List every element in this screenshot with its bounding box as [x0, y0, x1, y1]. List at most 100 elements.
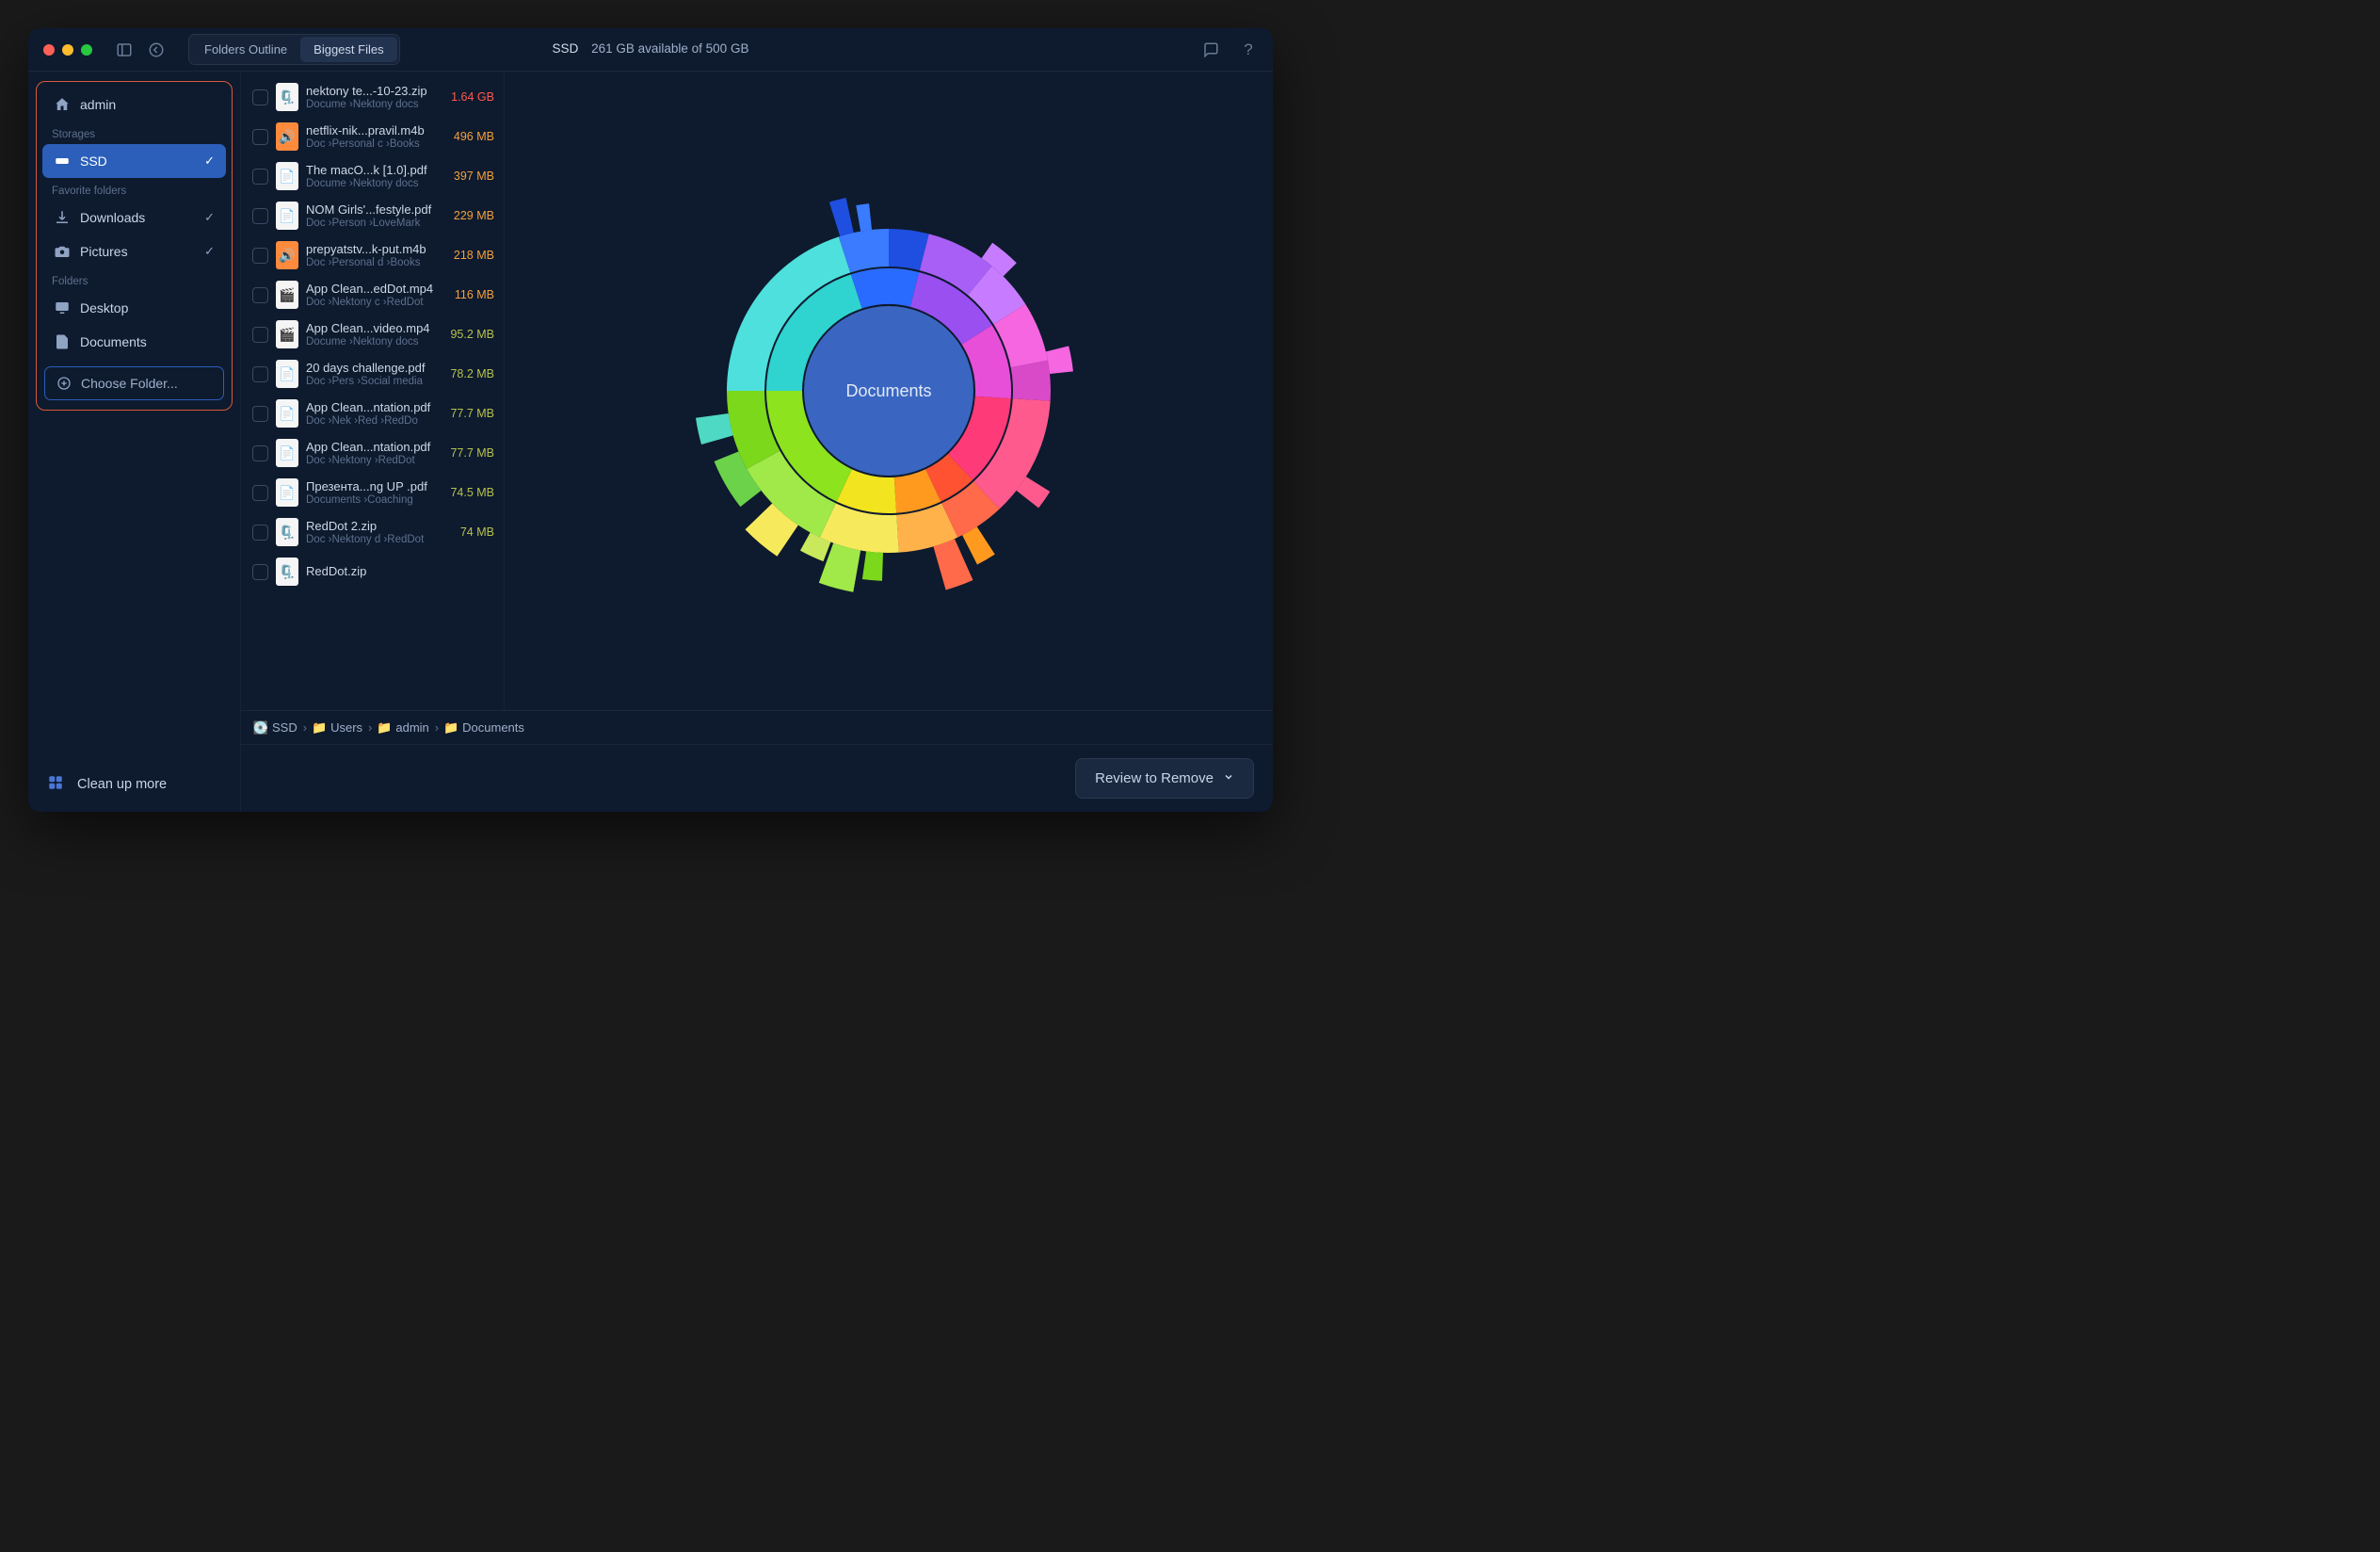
file-thumb: 📄	[276, 439, 298, 467]
toggle-sidebar-icon[interactable]	[115, 40, 134, 59]
sidebar-item-label: Desktop	[80, 300, 128, 315]
choose-folder-label: Choose Folder...	[81, 376, 178, 391]
file-row[interactable]: 🎬 App Clean...edDot.mp4 Doc ›Nektony c ›…	[241, 275, 504, 315]
file-size: 1.64 GB	[443, 90, 494, 104]
file-row[interactable]: 🔊 netflix-nik...pravil.m4b Doc ›Personal…	[241, 117, 504, 156]
sidebar: admin Storages SSD ✓ Favorite folders Do…	[28, 72, 241, 812]
sidebar-item-desktop[interactable]: Desktop	[42, 291, 226, 325]
file-list[interactable]: 🗜️ nektony te...-10-23.zip Docume ›Nekto…	[241, 72, 504, 710]
view-tabs: Folders Outline Biggest Files	[188, 34, 400, 65]
chart-segment[interactable]	[1046, 346, 1073, 374]
file-name: Презента...ng UP .pdf	[306, 479, 436, 493]
file-row[interactable]: 📄 NOM Girls'...festyle.pdf Doc ›Person ›…	[241, 196, 504, 235]
sidebar-item-user[interactable]: admin	[42, 88, 226, 121]
breadcrumb-segment[interactable]: 💽SSD	[254, 720, 298, 735]
file-row[interactable]: 🔊 prepyatstv...k-put.m4b Doc ›Personal d…	[241, 235, 504, 275]
file-row[interactable]: 📄 App Clean...ntation.pdf Doc ›Nektony ›…	[241, 433, 504, 473]
check-icon: ✓	[204, 154, 215, 169]
sidebar-item-label: Pictures	[80, 244, 128, 259]
chart-segment[interactable]	[696, 413, 733, 445]
chart-segment[interactable]	[851, 268, 920, 309]
breadcrumb-separator: ›	[303, 720, 307, 735]
file-name: 20 days challenge.pdf	[306, 361, 436, 375]
tab-folders-outline[interactable]: Folders Outline	[191, 37, 300, 62]
sunburst-chart[interactable]: Documents	[686, 188, 1091, 593]
file-checkbox[interactable]	[252, 89, 268, 105]
file-checkbox[interactable]	[252, 564, 268, 580]
file-name: App Clean...edDot.mp4	[306, 282, 436, 296]
sidebar-item-label: Downloads	[80, 210, 145, 225]
feedback-icon[interactable]	[1201, 40, 1220, 59]
file-thumb: 📄	[276, 202, 298, 230]
file-thumb: 🗜️	[276, 83, 298, 111]
chart-segment[interactable]	[862, 551, 883, 581]
breadcrumb[interactable]: 💽SSD›📁Users›📁admin›📁Documents	[241, 710, 1273, 744]
file-row[interactable]: 🗜️ RedDot.zip	[241, 552, 504, 591]
file-row[interactable]: 📄 The macO...k [1.0].pdf Docume ›Nektony…	[241, 156, 504, 196]
file-row[interactable]: 📄 20 days challenge.pdf Doc ›Pers ›Socia…	[241, 354, 504, 394]
chart-segment[interactable]	[1011, 361, 1051, 401]
file-name: RedDot.zip	[306, 564, 436, 578]
file-size: 74 MB	[443, 525, 494, 539]
file-checkbox[interactable]	[252, 129, 268, 145]
file-checkbox[interactable]	[252, 366, 268, 382]
breadcrumb-segment[interactable]: 📁Users	[313, 720, 362, 735]
file-checkbox[interactable]	[252, 287, 268, 303]
file-path: Doc ›Pers ›Social media	[306, 376, 436, 387]
back-icon[interactable]	[147, 40, 166, 59]
sidebar-item-downloads[interactable]: Downloads ✓	[42, 201, 226, 234]
file-thumb: 📄	[276, 399, 298, 428]
file-path: Docume ›Nektony docs	[306, 178, 436, 189]
file-row[interactable]: 📄 Презента...ng UP .pdf Documents ›Coach…	[241, 473, 504, 512]
file-checkbox[interactable]	[252, 445, 268, 461]
chart-segment[interactable]	[829, 198, 854, 236]
minimize-window[interactable]	[62, 44, 73, 56]
file-size: 77.7 MB	[443, 446, 494, 460]
file-checkbox[interactable]	[252, 248, 268, 264]
home-icon	[54, 96, 71, 113]
file-row[interactable]: 📄 App Clean...ntation.pdf Doc ›Nek ›Red …	[241, 394, 504, 433]
sidebar-item-ssd[interactable]: SSD ✓	[42, 144, 226, 178]
file-size: 496 MB	[443, 130, 494, 143]
file-thumb: 🎬	[276, 320, 298, 348]
file-name: nektony te...-10-23.zip	[306, 84, 436, 98]
file-checkbox[interactable]	[252, 169, 268, 185]
storage-available: 261 GB available of 500 GB	[591, 41, 748, 56]
download-icon	[54, 209, 71, 226]
review-to-remove-button[interactable]: Review to Remove	[1075, 758, 1254, 799]
chart-segment[interactable]	[856, 203, 872, 232]
file-checkbox[interactable]	[252, 485, 268, 501]
fullscreen-window[interactable]	[81, 44, 92, 56]
help-icon[interactable]: ?	[1239, 40, 1258, 59]
titlebar: Folders Outline Biggest Files SSD 261 GB…	[28, 28, 1273, 72]
choose-folder-button[interactable]: Choose Folder...	[44, 366, 224, 400]
cleanup-button[interactable]: Clean up more	[28, 757, 240, 812]
file-checkbox[interactable]	[252, 525, 268, 541]
folder-icon: 💽	[254, 721, 267, 735]
breadcrumb-segment[interactable]: 📁admin	[378, 720, 428, 735]
file-row[interactable]: 🗜️ RedDot 2.zip Doc ›Nektony d ›RedDot 7…	[241, 512, 504, 552]
breadcrumb-segment[interactable]: 📁Documents	[444, 720, 524, 735]
plus-circle-icon	[56, 376, 72, 391]
close-window[interactable]	[43, 44, 55, 56]
file-name: App Clean...video.mp4	[306, 321, 436, 335]
sidebar-item-pictures[interactable]: Pictures ✓	[42, 234, 226, 268]
tab-biggest-files[interactable]: Biggest Files	[300, 37, 396, 62]
file-row[interactable]: 🎬 App Clean...video.mp4 Docume ›Nektony …	[241, 315, 504, 354]
folder-icon: 📁	[313, 721, 326, 735]
file-thumb: 🔊	[276, 122, 298, 151]
chart-center[interactable]	[804, 306, 973, 476]
file-checkbox[interactable]	[252, 208, 268, 224]
file-checkbox[interactable]	[252, 327, 268, 343]
drive-name: SSD	[553, 41, 579, 56]
sidebar-item-label: SSD	[80, 154, 107, 169]
file-path: Doc ›Person ›LoveMark	[306, 218, 436, 229]
sidebar-item-documents[interactable]: Documents	[42, 325, 226, 359]
file-path: Doc ›Nektony c ›RedDot	[306, 297, 436, 308]
file-checkbox[interactable]	[252, 406, 268, 422]
check-icon: ✓	[204, 244, 215, 259]
chart-segment[interactable]	[933, 539, 973, 590]
file-row[interactable]: 🗜️ nektony te...-10-23.zip Docume ›Nekto…	[241, 77, 504, 117]
file-name: NOM Girls'...festyle.pdf	[306, 202, 436, 217]
sidebar-highlight: admin Storages SSD ✓ Favorite folders Do…	[36, 81, 233, 411]
